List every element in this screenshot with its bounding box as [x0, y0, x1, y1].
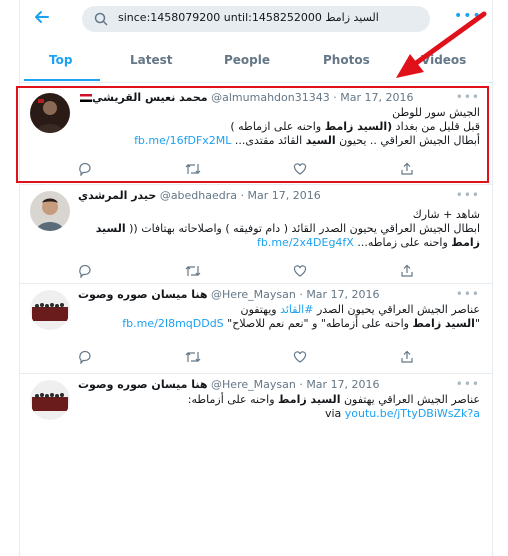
red-arrow-icon [396, 11, 487, 78]
